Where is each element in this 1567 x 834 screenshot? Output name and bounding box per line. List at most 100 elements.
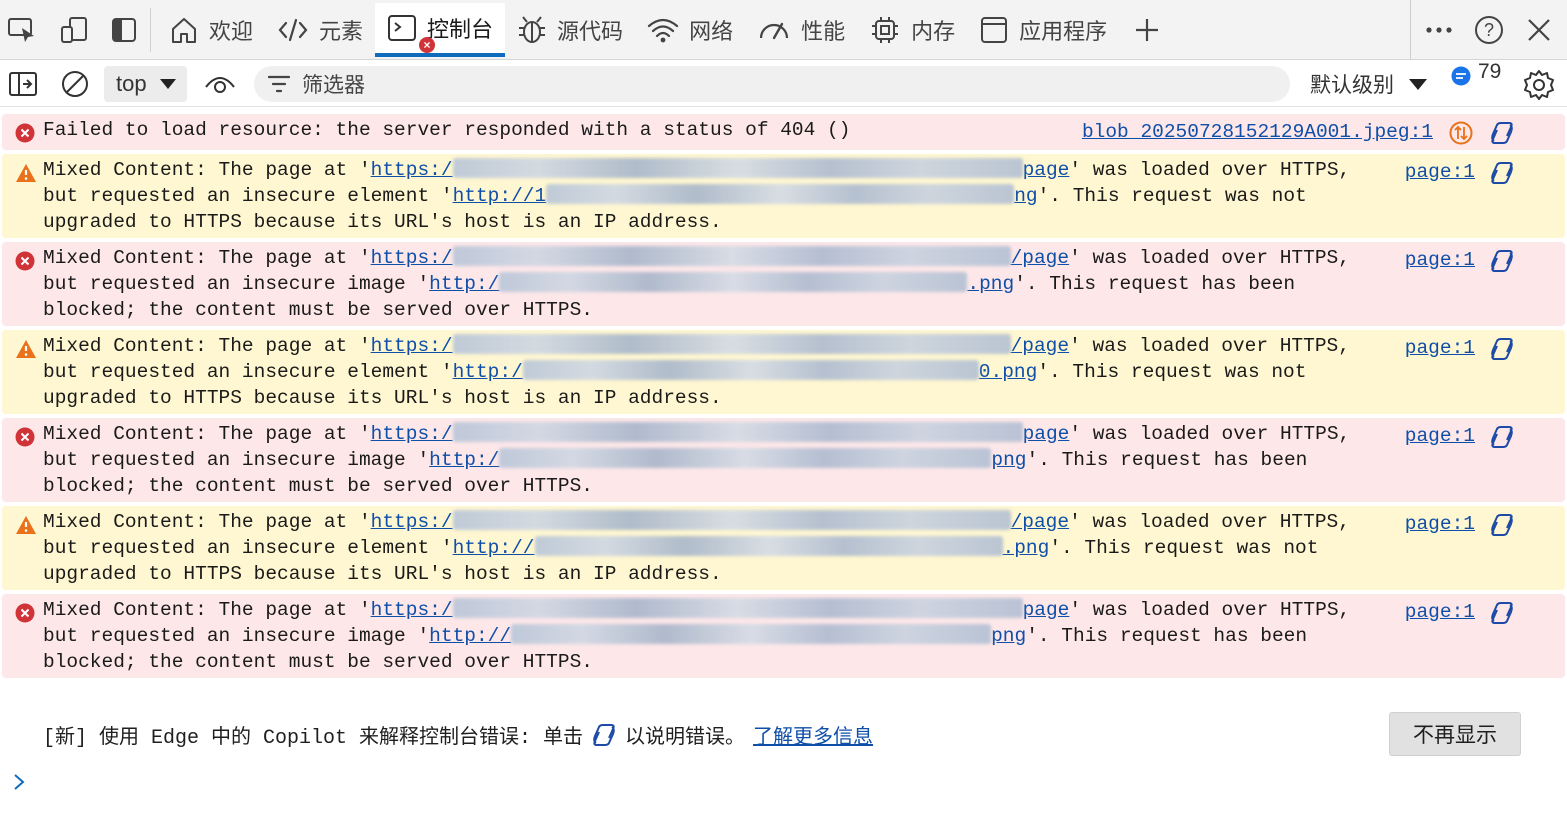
console-prompt[interactable] <box>12 772 26 798</box>
message-source-link[interactable]: page:1 <box>1405 511 1475 537</box>
console-message-warning[interactable]: Mixed Content: The page at 'https://page… <box>2 506 1565 590</box>
log-level-select[interactable]: 默认级别 <box>1310 67 1428 101</box>
resource-url-link[interactable]: http:/0.png <box>453 360 1037 383</box>
resource-url-link[interactable]: http://.png <box>453 536 1049 559</box>
settings-gear-icon[interactable] <box>1518 64 1560 106</box>
console-message-error[interactable]: Mixed Content: The page at 'https:/page'… <box>2 418 1565 502</box>
warning-icon <box>15 339 37 367</box>
bug-icon <box>519 15 546 43</box>
toolbar-divider <box>150 7 151 52</box>
copilot-explain-icon[interactable] <box>1489 121 1515 153</box>
chip-icon <box>872 16 899 43</box>
tab-application[interactable]: 应用程序 <box>967 2 1119 58</box>
error-icon <box>15 427 35 455</box>
console-message-error[interactable]: Mixed Content: The page at 'https:/page'… <box>2 594 1565 678</box>
help-icon[interactable]: ? <box>1469 10 1509 50</box>
message-text: Mixed Content: The page at 'https://page… <box>43 334 1350 409</box>
tab-label: 控制台 <box>427 16 494 42</box>
copilot-explain-icon[interactable] <box>1489 601 1515 633</box>
chevron-down-icon <box>1409 78 1427 90</box>
message-text: Mixed Content: The page at 'https:/page'… <box>43 598 1351 673</box>
message-source-link[interactable]: page:1 <box>1405 599 1475 625</box>
page-url-link[interactable]: https:/page <box>371 158 1069 181</box>
devtools-tabbar: 欢迎 元素 × 控制台 源代码 网络 性能 内存 应用程序 ? <box>0 0 1567 60</box>
page-url-link[interactable]: https://page <box>371 510 1069 533</box>
message-source-link[interactable]: page:1 <box>1405 247 1475 273</box>
tab-label: 元素 <box>319 18 364 44</box>
resource-url-link[interactable]: http://png <box>429 624 1026 647</box>
svg-text:?: ? <box>1484 20 1494 40</box>
tab-elements[interactable]: 元素 <box>265 2 375 58</box>
learn-more-link[interactable]: 了解更多信息 <box>753 720 873 750</box>
code-icon <box>278 18 308 41</box>
more-options-icon[interactable] <box>1419 10 1459 50</box>
resource-url-link[interactable]: http:/.png <box>429 272 1014 295</box>
live-expression-icon[interactable] <box>199 63 241 105</box>
message-text: Mixed Content: The page at 'https:/page'… <box>43 158 1351 233</box>
tip-text-after: 以说明错误。 <box>625 727 746 750</box>
console-message-warning[interactable]: Mixed Content: The page at 'https:/page'… <box>2 154 1565 238</box>
filter-placeholder: 筛选器 <box>302 74 365 97</box>
console-message-warning[interactable]: Mixed Content: The page at 'https://page… <box>2 330 1565 414</box>
page-url-link[interactable]: https://page <box>371 246 1069 269</box>
resource-url-link[interactable]: http:/png <box>429 448 1027 471</box>
toggle-sidebar-icon[interactable] <box>104 10 144 50</box>
copilot-explain-icon[interactable] <box>1489 513 1515 545</box>
console-message-error[interactable]: Mixed Content: The page at 'https://page… <box>2 242 1565 326</box>
app-icon <box>981 16 1008 43</box>
tip-text-before: [新] 使用 Edge 中的 Copilot 来解释控制台错误: 单击 <box>43 727 584 750</box>
console-messages: Failed to load resource: the server resp… <box>0 114 1567 682</box>
tab-label: 源代码 <box>557 18 624 44</box>
show-sidebar-icon[interactable] <box>2 63 44 105</box>
add-tab-icon[interactable] <box>1127 10 1167 50</box>
page-url-link[interactable]: https:/page <box>371 422 1069 445</box>
network-request-icon[interactable] <box>1449 121 1473 153</box>
copilot-explain-icon[interactable] <box>1489 249 1515 281</box>
chevron-down-icon <box>159 78 176 89</box>
error-badge-icon: × <box>419 36 436 53</box>
log-level-value: 默认级别 <box>1310 74 1394 97</box>
inspect-element-icon[interactable] <box>2 10 42 50</box>
wifi-icon <box>647 18 679 42</box>
warning-icon <box>15 163 37 191</box>
filter-icon <box>268 75 290 93</box>
resource-url-link[interactable]: http://1 ng <box>453 184 1038 207</box>
tab-welcome[interactable]: 欢迎 <box>157 2 265 58</box>
warning-icon <box>15 515 37 543</box>
tab-sources[interactable]: 源代码 <box>505 2 635 58</box>
message-text: Mixed Content: The page at 'https:/page'… <box>43 422 1351 497</box>
message-count[interactable]: 79 <box>1450 60 1501 87</box>
message-count-value: 79 <box>1478 60 1502 83</box>
message-source-link[interactable]: page:1 <box>1405 159 1475 185</box>
message-source-link[interactable]: blob_20250728152129A001.jpeg:1 <box>1082 119 1433 145</box>
copilot-explain-icon[interactable] <box>1489 337 1515 369</box>
context-select[interactable]: top <box>104 65 187 102</box>
copilot-explain-icon[interactable] <box>1489 161 1515 193</box>
error-icon <box>15 603 35 631</box>
tab-performance[interactable]: 性能 <box>745 2 857 58</box>
error-icon <box>15 251 35 279</box>
console-message-error[interactable]: Failed to load resource: the server resp… <box>2 114 1565 150</box>
copilot-tip-banner: [新] 使用 Edge 中的 Copilot 来解释控制台错误: 单击 以说明错… <box>0 700 1567 766</box>
toolbar-divider <box>1410 0 1411 60</box>
page-url-link[interactable]: https://page <box>371 334 1069 357</box>
copilot-explain-icon <box>593 724 615 746</box>
filter-input[interactable]: 筛选器 <box>254 66 1290 102</box>
copilot-explain-icon[interactable] <box>1489 425 1515 457</box>
tab-console[interactable]: × 控制台 <box>375 2 506 57</box>
tab-label: 内存 <box>911 18 956 44</box>
console-filterbar: top 筛选器 默认级别 79 <box>0 60 1567 107</box>
gauge-icon <box>759 22 789 39</box>
tab-label: 网络 <box>689 18 734 44</box>
tab-memory[interactable]: 内存 <box>857 2 967 58</box>
device-emulation-icon[interactable] <box>54 10 94 50</box>
dont-show-again-button[interactable]: 不再显示 <box>1389 712 1521 756</box>
clear-console-icon[interactable] <box>54 63 96 105</box>
message-source-link[interactable]: page:1 <box>1405 335 1475 361</box>
page-url-link[interactable]: https:/page <box>371 598 1069 621</box>
message-source-link[interactable]: page:1 <box>1405 423 1475 449</box>
message-text: Mixed Content: The page at 'https://page… <box>43 246 1350 321</box>
tab-network[interactable]: 网络 <box>635 2 745 58</box>
close-icon[interactable] <box>1519 10 1559 50</box>
chevron-right-icon <box>14 774 25 790</box>
